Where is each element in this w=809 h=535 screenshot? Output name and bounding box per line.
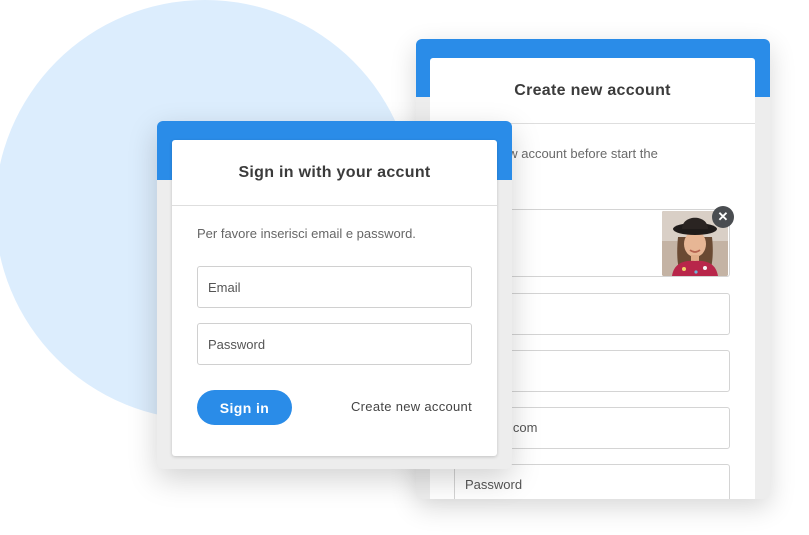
signup-password-field[interactable]: Password	[454, 464, 730, 499]
sign-in-button[interactable]: Sign in	[197, 390, 292, 425]
sign-in-intro: Per favore inserisci email e password.	[197, 226, 416, 241]
close-icon: ✕	[717, 209, 729, 224]
sign-in-panel: Sign in with your accunt Per favore inse…	[157, 121, 512, 469]
email-field[interactable]	[197, 266, 472, 308]
sign-in-card: Sign in with your accunt Per favore inse…	[172, 140, 497, 456]
create-account-link[interactable]: Create new account	[351, 399, 472, 414]
sign-in-title: Sign in with your accunt	[172, 140, 497, 206]
create-account-title: Create new account	[430, 58, 755, 124]
password-field[interactable]	[197, 323, 472, 365]
remove-image-button[interactable]: ✕	[712, 206, 734, 228]
